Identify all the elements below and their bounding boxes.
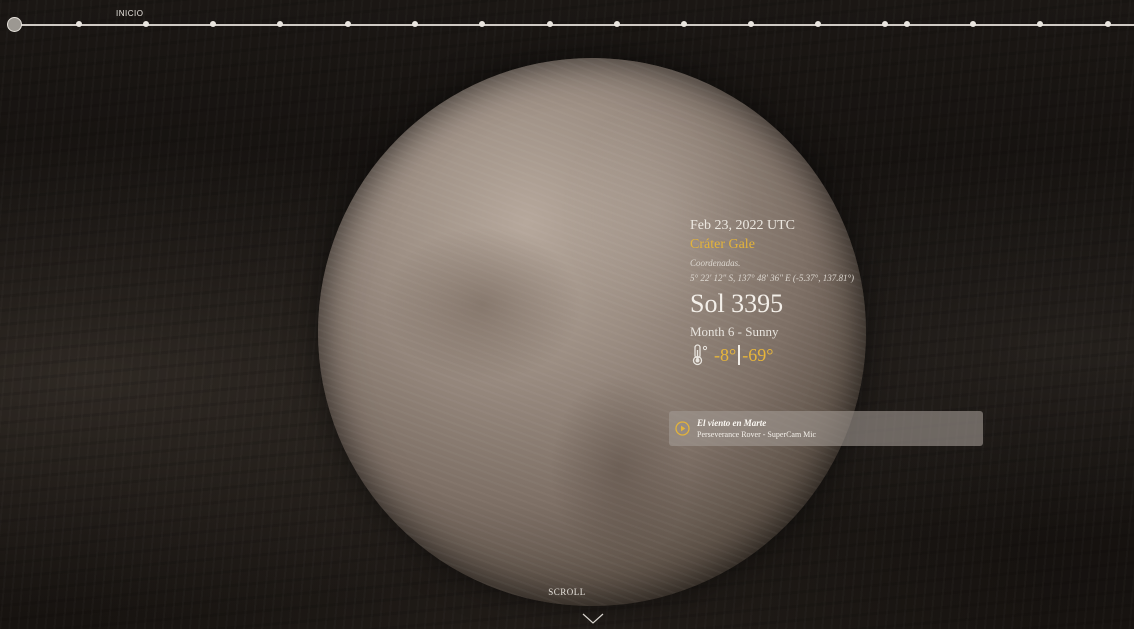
timeline-dot[interactable] — [681, 21, 687, 27]
timeline-dot[interactable] — [143, 21, 149, 27]
temp-high: -8° — [714, 344, 737, 365]
timeline-label-inicio[interactable]: INICIO — [116, 9, 143, 18]
timeline-dot[interactable] — [412, 21, 418, 27]
thermometer-icon — [690, 344, 710, 366]
timeline-dot[interactable] — [210, 21, 216, 27]
audio-player-card[interactable]: El viento en Marte Perseverance Rover - … — [669, 411, 983, 446]
timeline-track — [14, 24, 1134, 26]
timeline-dot[interactable] — [882, 21, 888, 27]
timeline-dot[interactable] — [76, 21, 82, 27]
audio-title: El viento en Marte — [697, 418, 767, 428]
timeline-nav: INICIO — [0, 0, 1134, 40]
mars-weather-page: INICIO Feb 23, 2022 UTC Cráter Gale Coor… — [0, 0, 1134, 629]
site-name: Cráter Gale — [690, 237, 755, 252]
weather-info: Feb 23, 2022 UTC Cráter Gale Coordenadas… — [690, 218, 854, 366]
sol-number: Sol 3395 — [690, 289, 784, 318]
timeline-start-marker[interactable] — [7, 17, 22, 32]
timeline-dot[interactable] — [277, 21, 283, 27]
timeline-dot[interactable] — [614, 21, 620, 27]
timeline-dot[interactable] — [547, 21, 553, 27]
coords-value: 5° 22' 12" S, 137° 48' 36" E (-5.37°, 13… — [690, 273, 855, 283]
scroll-label[interactable]: SCROLL — [0, 587, 1134, 597]
timeline-dot[interactable] — [479, 21, 485, 27]
timeline-dot[interactable] — [345, 21, 351, 27]
timeline-dot[interactable] — [1037, 21, 1043, 27]
temperature-range: -8° -69° — [690, 344, 854, 366]
temp-low: -69° — [742, 344, 774, 365]
audio-subtitle: Perseverance Rover - SuperCam Mic — [697, 430, 817, 439]
timeline-dot[interactable] — [815, 21, 821, 27]
temp-divider — [738, 345, 741, 365]
month-season: Month 6 - Sunny — [690, 324, 779, 339]
timeline-dot[interactable] — [970, 21, 976, 27]
play-icon[interactable] — [675, 421, 690, 436]
timeline-dot[interactable] — [904, 21, 910, 27]
chevron-down-icon[interactable] — [582, 612, 604, 624]
date-text: Feb 23, 2022 UTC — [690, 218, 795, 233]
timeline-dot[interactable] — [1105, 21, 1111, 27]
timeline-dot[interactable] — [748, 21, 754, 27]
coords-label: Coordenadas. — [690, 258, 741, 268]
audio-text: El viento en Marte Perseverance Rover - … — [697, 418, 816, 439]
